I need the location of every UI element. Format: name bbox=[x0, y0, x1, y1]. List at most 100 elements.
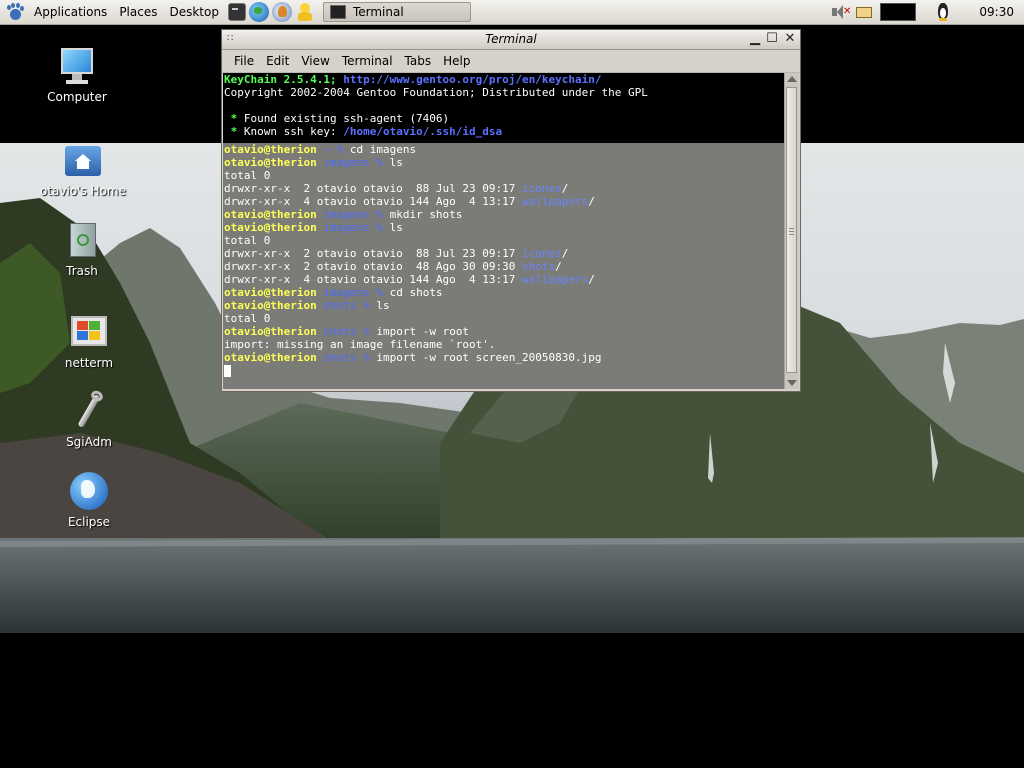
taskbar-terminal-button[interactable]: Terminal bbox=[322, 2, 471, 22]
prompt-symbol: % bbox=[336, 143, 344, 156]
window-title: Terminal bbox=[485, 32, 537, 46]
desktop-icon-label: Computer bbox=[47, 90, 107, 104]
desktop-icon-netterm[interactable]: netterm bbox=[39, 312, 139, 370]
command-text: ls bbox=[376, 299, 390, 312]
desktop-icon-label: netterm bbox=[64, 356, 114, 370]
minimize-icon[interactable]: ▁ bbox=[748, 32, 762, 46]
prompt-symbol: % bbox=[376, 208, 383, 221]
terminal-line: drwxr-xr-x 4 otavio otavio 144 Ago 4 13:… bbox=[224, 273, 784, 286]
wrench-icon bbox=[69, 388, 109, 431]
menu-view[interactable]: View bbox=[295, 54, 335, 68]
prompt-dir: shots bbox=[323, 325, 357, 338]
terminal-line: drwxr-xr-x 2 otavio otavio 88 Jul 23 09:… bbox=[224, 247, 784, 260]
home-folder-icon bbox=[63, 140, 103, 180]
directory-name: shots bbox=[522, 260, 556, 273]
terminal-scrollbar[interactable] bbox=[784, 73, 799, 389]
desktop-icon-eclipse[interactable]: Eclipse bbox=[39, 471, 139, 529]
prompt-symbol: % bbox=[363, 299, 370, 312]
menu-terminal[interactable]: Terminal bbox=[336, 54, 399, 68]
desktop-icon-label: SgiAdm bbox=[66, 435, 112, 449]
listing-text: drwxr-xr-x 4 otavio otavio 144 Ago 4 13:… bbox=[224, 273, 523, 286]
terminal-line: total 0 bbox=[224, 234, 784, 247]
terminal-line: otavio@therion shots % ls bbox=[224, 299, 784, 312]
tux-icon[interactable] bbox=[934, 2, 952, 22]
terminal-line: otavio@therion imagens % mkdir shots bbox=[224, 208, 784, 221]
terminal-titlebar[interactable]: ∷ Terminal ▁ ☐ ✕ bbox=[222, 30, 800, 50]
terminal-text-area[interactable]: KeyChain 2.5.4.1; http://www.gentoo.org/… bbox=[223, 73, 785, 389]
desktop-menu[interactable]: Desktop bbox=[163, 0, 225, 24]
eclipse-globe-icon bbox=[69, 471, 109, 511]
trash-icon bbox=[62, 220, 102, 260]
terminal-line: total 0 bbox=[224, 312, 784, 325]
prompt-dir: shots bbox=[323, 351, 357, 364]
notification-envelope-icon[interactable] bbox=[854, 2, 874, 22]
terminal-launcher-icon[interactable] bbox=[227, 3, 246, 21]
prompt-symbol: % bbox=[363, 325, 370, 338]
netterm-icon bbox=[69, 312, 109, 352]
known-key-label: Known ssh key: bbox=[243, 125, 344, 138]
prompt-user: otavio@therion bbox=[224, 299, 317, 312]
listing-text: drwxr-xr-x 2 otavio otavio 88 Jul 23 09:… bbox=[224, 182, 523, 195]
gnome-foot-icon[interactable] bbox=[6, 3, 24, 21]
terminal-window[interactable]: ∷ Terminal ▁ ☐ ✕ File Edit View Terminal… bbox=[221, 29, 801, 392]
directory-slash: / bbox=[588, 273, 595, 286]
close-icon[interactable]: ✕ bbox=[783, 32, 797, 46]
session-lines: otavio@therion ~ % cd imagens otavio@ther… bbox=[224, 143, 784, 364]
desktop-icon-home[interactable]: otavio's Home bbox=[33, 140, 133, 198]
prompt-dir: imagens bbox=[323, 221, 370, 234]
output-text: total 0 bbox=[224, 234, 271, 247]
menu-help[interactable]: Help bbox=[437, 54, 476, 68]
prompt-dir: imagens bbox=[323, 286, 370, 299]
prompt-symbol: % bbox=[376, 156, 383, 169]
directory-name: icones bbox=[522, 247, 562, 260]
prompt-dir: ~ bbox=[323, 143, 330, 156]
desktop-icon-sgiadm[interactable]: SgiAdm bbox=[39, 388, 139, 449]
command-text: mkdir shots bbox=[389, 208, 463, 221]
desktop-icon-computer[interactable]: Computer bbox=[27, 46, 127, 104]
listing-text: drwxr-xr-x 2 otavio otavio 48 Ago 30 09:… bbox=[224, 260, 523, 273]
known-key-path: /home/otavio/.ssh/id_dsa bbox=[343, 125, 503, 138]
directory-name: wallpapers bbox=[522, 195, 589, 208]
terminal-line: otavio@therion imagens % ls bbox=[224, 221, 784, 234]
copyright-line: Copyright 2002-2004 Gentoo Foundation; D… bbox=[224, 86, 648, 99]
places-menu[interactable]: Places bbox=[113, 0, 163, 24]
terminal-line: total 0 bbox=[224, 169, 784, 182]
terminal-menubar: File Edit View Terminal Tabs Help bbox=[222, 50, 800, 73]
prompt-symbol: % bbox=[376, 286, 383, 299]
taskbar-terminal-label: Terminal bbox=[352, 5, 404, 19]
desktop-icon-trash[interactable]: Trash bbox=[32, 220, 132, 278]
mail-launcher-icon[interactable] bbox=[271, 2, 292, 22]
command-text: cd imagens bbox=[349, 143, 417, 156]
prompt-user: otavio@therion bbox=[224, 156, 317, 169]
terminal-line: otavio@therion imagens % cd shots bbox=[224, 286, 784, 299]
panel-clock[interactable]: 09:30 bbox=[979, 0, 1014, 24]
terminal-line: drwxr-xr-x 2 otavio otavio 48 Ago 30 09:… bbox=[224, 260, 784, 273]
prompt-user: otavio@therion bbox=[224, 351, 317, 364]
prompt-dir: imagens bbox=[323, 156, 370, 169]
prompt-user: otavio@therion bbox=[224, 221, 317, 234]
command-text: cd shots bbox=[389, 286, 443, 299]
listing-text: drwxr-xr-x 2 otavio otavio 88 Jul 23 09:… bbox=[224, 247, 523, 260]
menu-tabs[interactable]: Tabs bbox=[399, 54, 438, 68]
scroll-up-icon[interactable] bbox=[787, 76, 797, 82]
volume-muted-icon[interactable]: ✕ bbox=[830, 2, 851, 22]
terminal-line: otavio@therion shots % import -w root bbox=[224, 325, 784, 338]
directory-slash: / bbox=[561, 182, 569, 195]
terminal-line: otavio@therion ~ % cd imagens bbox=[224, 143, 784, 156]
output-text: total 0 bbox=[224, 312, 271, 325]
browser-launcher-icon[interactable] bbox=[248, 2, 269, 22]
gaim-launcher-icon[interactable] bbox=[295, 2, 315, 22]
maximize-icon[interactable]: ☐ bbox=[765, 32, 779, 46]
menu-file[interactable]: File bbox=[228, 54, 260, 68]
menu-edit[interactable]: Edit bbox=[260, 54, 295, 68]
command-text: ls bbox=[389, 221, 403, 234]
system-monitor-applet[interactable] bbox=[880, 3, 916, 21]
listing-text: drwxr-xr-x 4 otavio otavio 144 Ago 4 13:… bbox=[224, 195, 523, 208]
prompt-user: otavio@therion bbox=[224, 208, 317, 221]
keychain-url: http://www.gentoo.org/proj/en/keychain/ bbox=[343, 73, 602, 86]
scroll-down-icon[interactable] bbox=[787, 380, 797, 386]
applications-menu[interactable]: Applications bbox=[28, 0, 113, 24]
scrollbar-thumb[interactable] bbox=[786, 87, 797, 373]
terminal-line: drwxr-xr-x 4 otavio otavio 144 Ago 4 13:… bbox=[224, 195, 784, 208]
terminal-icon bbox=[329, 5, 346, 19]
